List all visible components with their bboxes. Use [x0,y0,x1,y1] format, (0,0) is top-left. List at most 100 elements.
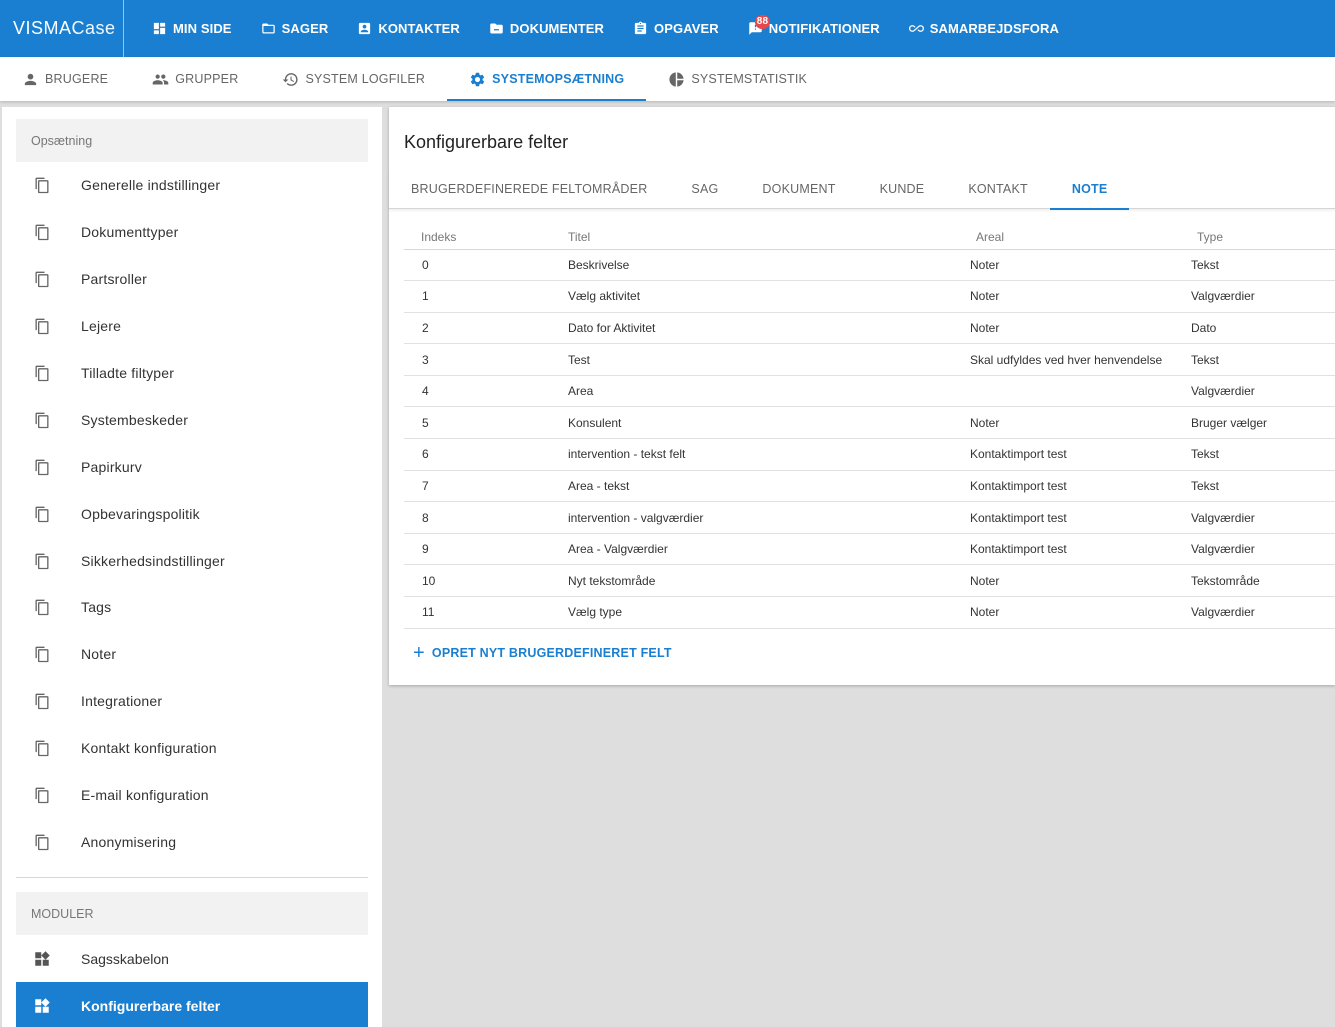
table-row[interactable]: 10 Nyt tekstområde Noter Tekstområde [404,564,1335,598]
pie-chart-icon [669,71,684,87]
table-cell: Valgværdier [1191,501,1335,534]
notification-count-badge: 88 [754,15,771,29]
dashboard-icon [153,22,166,35]
settings-sidebar: Opsætning Generelle indstillinger Dokumen… [2,107,382,1027]
visma-case-logo[interactable]: VISMA Case [0,0,124,57]
copy-icon [35,600,49,616]
table-cell: Noter [970,596,1191,629]
main-menu: MIN SIDE SAGER KONTAKTER DOKUMENTER OPGA… [152,0,1088,57]
table-cell: Bruger vælger [1191,406,1335,440]
field-tab[interactable]: NOTE [1049,169,1130,210]
tab-brugere[interactable]: BRUGERE [0,57,130,101]
table-row[interactable]: 0 Beskrivelse Noter Tekst [404,249,1335,282]
table-row[interactable]: 3 Test Skal udfyldes ved hver henvendelse T… [404,343,1335,376]
create-custom-field-button[interactable]: + OPRET NYT BRUGERDEFINERET FELT [413,642,672,664]
group-icon [152,74,169,84]
field-tab[interactable]: DOKUMENT [740,169,857,209]
table-cell: 4 [404,375,568,408]
sidebar-item-setup[interactable]: Systembeskeder [16,396,368,443]
table-cell: Noter [970,312,1191,345]
sidebar-item-setup[interactable]: Integrationer [16,678,368,725]
table-row[interactable]: 6 intervention - tekst felt Kontaktimport … [404,438,1335,471]
table-cell: Area - Valgværdier [568,533,970,566]
sidebar-item-setup[interactable]: Noter [16,631,368,678]
table-row[interactable]: 8 intervention - valgværdier Kontaktimport… [404,501,1335,534]
table-cell: Noter [970,406,1191,440]
nav-notifikationer[interactable]: 88 NOTIFIKATIONER [748,0,880,57]
sidebar-item-setup[interactable]: E-mail konfiguration [16,772,368,819]
widgets-icon [35,998,50,1013]
table-cell: 8 [404,501,568,534]
column-header-indeks[interactable]: Indeks [404,226,568,250]
sidebar-item-setup[interactable]: Tilladte filtyper [16,350,368,397]
table-cell: Dato for Aktivitet [568,312,970,345]
top-navigation-bar: VISMA Case MIN SIDE SAGER KONTAKTER DOKU… [0,0,1335,57]
tab-grupper[interactable]: GRUPPER [130,57,260,101]
tab-system-logfiler[interactable]: SYSTEM LOGFILER [260,57,447,101]
table-cell: Kontaktimport test [970,438,1191,471]
field-tab[interactable]: KONTAKT [946,169,1050,209]
nav-samarbejdsfora[interactable]: SAMARBEJDSFORA [908,0,1059,57]
table-cell: 2 [404,312,568,345]
column-header-type[interactable]: Type [1191,226,1335,250]
copy-icon [35,693,49,710]
sidebar-item-sagsskabelon[interactable]: Sagsskabelon [16,935,368,982]
table-row[interactable]: 9 Area - Valgværdier Kontaktimport test Val… [404,533,1335,566]
table-row[interactable]: 4 Area Valgværdier [404,375,1335,408]
copy-icon [35,318,49,335]
table-row[interactable]: 7 Area - tekst Kontaktimport test Tekst [404,470,1335,503]
table-cell: Nyt tekstområde [568,564,970,598]
copy-icon [35,506,49,522]
nav-sager[interactable]: SAGER [261,0,329,57]
copy-icon [35,553,49,569]
sidebar-item-setup[interactable]: Partsroller [16,256,368,303]
table-cell: Tekstområde [1191,564,1335,598]
field-tab[interactable]: KUNDE [858,169,947,209]
sidebar-item-setup[interactable]: Anonymisering [16,818,368,865]
gear-icon [471,72,485,86]
copy-icon [35,224,49,241]
sidebar-item-setup[interactable]: Tags [16,584,368,631]
copy-icon [35,271,49,288]
field-tab[interactable]: BRUGERDEFINEREDE FELTOMRÅDER [389,169,669,209]
tab-systemstatistik[interactable]: SYSTEMSTATISTIK [646,57,829,101]
table-cell: Kontaktimport test [970,533,1191,566]
sidebar-item-setup[interactable]: Papirkurv [16,443,368,490]
sidebar-item-setup[interactable]: Kontakt konfiguration [16,725,368,772]
sidebar-divider [16,877,368,879]
link-icon [908,25,924,32]
nav-opgaver[interactable]: OPGAVER [633,0,719,57]
column-header-areal[interactable]: Areal [970,226,1191,250]
sidebar-item-setup[interactable]: Sikkerhedsindstillinger [16,537,368,584]
sidebar-item-setup[interactable]: Generelle indstillinger [16,162,368,209]
table-cell: Tekst [1191,343,1335,376]
table-cell: Valgværdier [1191,375,1335,408]
table-cell: 10 [404,564,568,598]
table-row[interactable]: 1 Vælg aktivitet Noter Valgværdier [404,280,1335,313]
sidebar-item-setup[interactable]: Dokumenttyper [16,209,368,256]
table-cell: Konsulent [568,406,970,440]
table-cell: Noter [970,249,1191,282]
table-row[interactable]: 11 Vælg type Noter Valgværdier [404,596,1335,629]
plus-icon: + [413,642,425,664]
column-header-titel[interactable]: Titel [568,226,970,250]
table-cell: Area [568,375,970,408]
nav-dokumenter[interactable]: DOKUMENTER [489,0,604,57]
table-cell: Skal udfyldes ved hver henvendelse [970,343,1191,376]
table-row[interactable]: 2 Dato for Aktivitet Noter Dato [404,312,1335,345]
sidebar-item-setup[interactable]: Opbevaringspolitik [16,490,368,537]
copy-icon [35,647,49,663]
table-row[interactable]: 5 Konsulent Noter Bruger vælger [404,406,1335,440]
sidebar-item-setup[interactable]: Lejere [16,303,368,350]
field-tab[interactable]: SAG [669,169,740,209]
tab-systemopsaetning[interactable]: SYSTEMOPSÆTNING [447,57,647,101]
table-cell: Noter [970,280,1191,313]
person-icon [24,73,37,85]
table-cell: 5 [404,406,568,440]
copy-icon [35,178,49,194]
copy-icon [35,459,49,475]
sidebar-item-konfigurerbare-felter[interactable]: Konfigurerbare felter [16,982,368,1027]
nav-min-side[interactable]: MIN SIDE [152,0,232,57]
nav-kontakter[interactable]: KONTAKTER [357,0,460,57]
table-cell: Kontaktimport test [970,501,1191,534]
